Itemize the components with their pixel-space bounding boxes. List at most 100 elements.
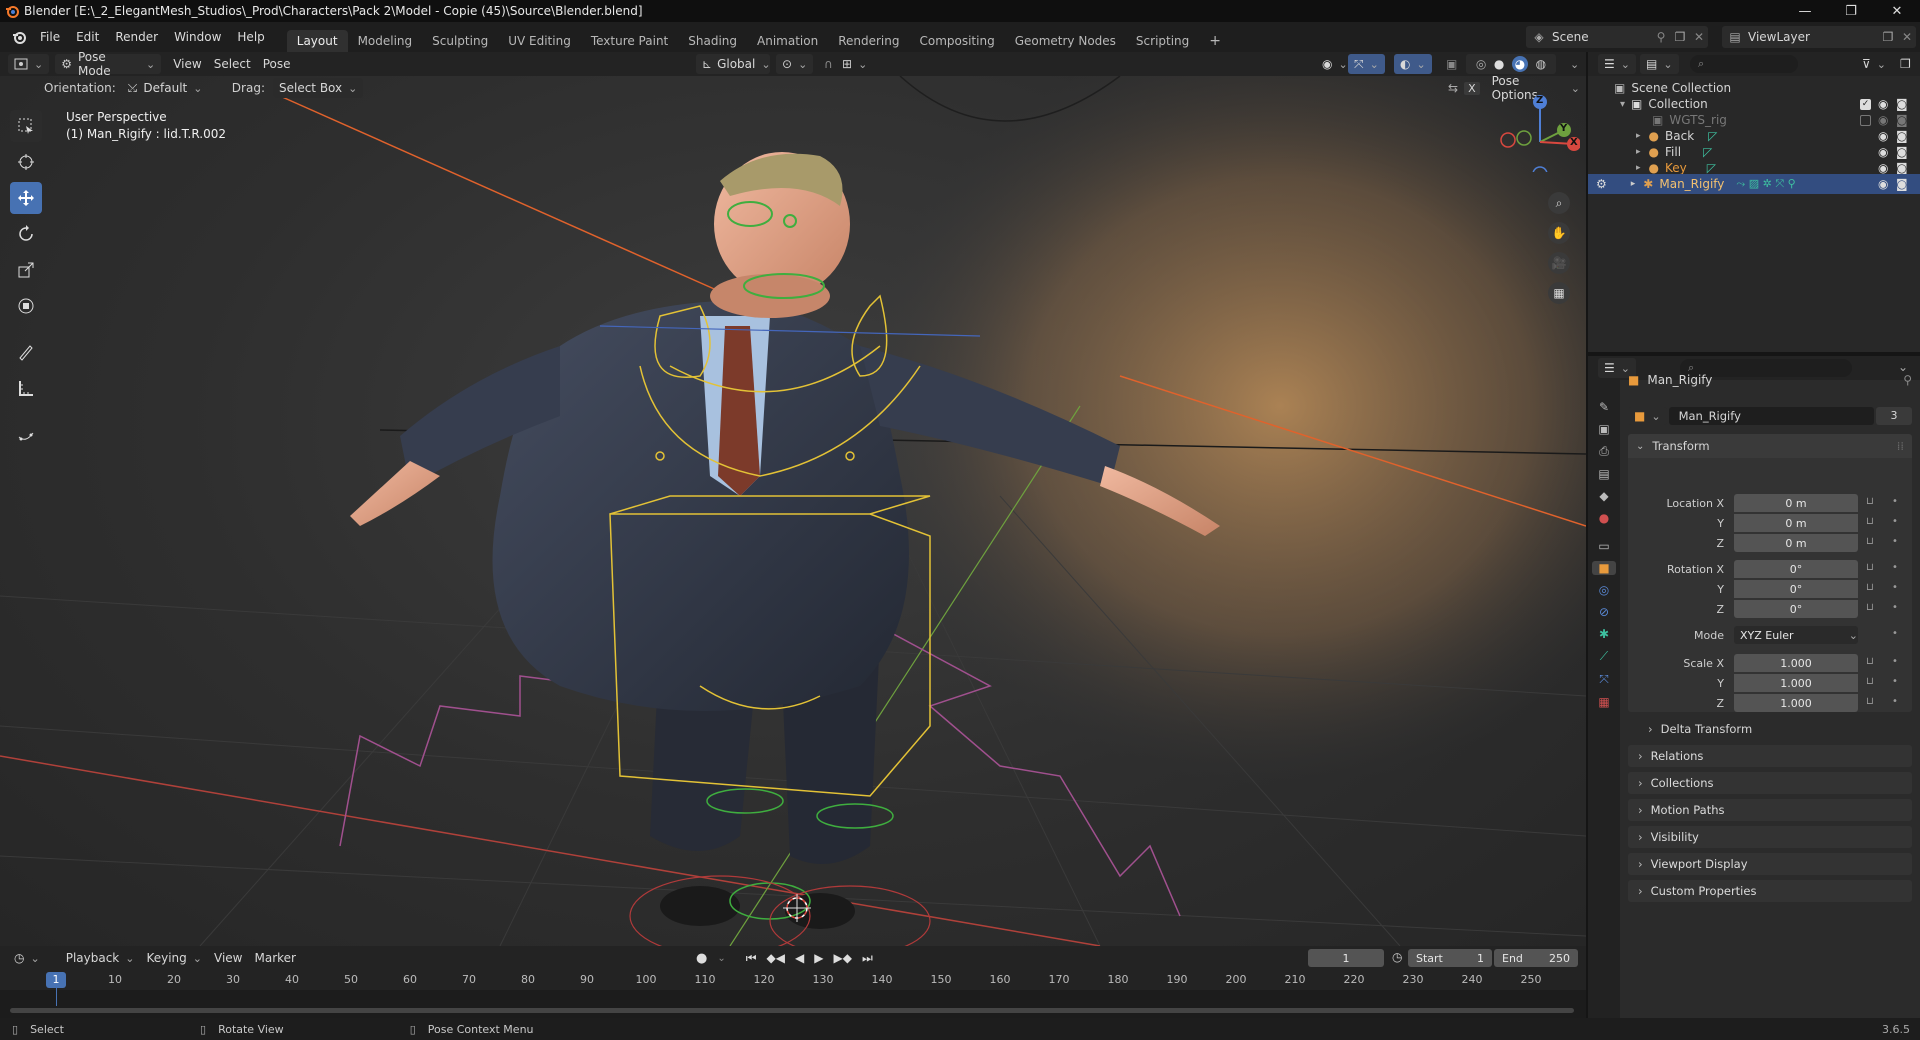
tab-modeling[interactable]: Modeling xyxy=(348,30,423,52)
mode-dropdown[interactable]: ⚙ Pose Mode xyxy=(55,50,162,78)
object-name-input[interactable]: Man_Rigify xyxy=(1668,407,1874,425)
keyframe-dot-icon[interactable]: • xyxy=(1892,582,1898,593)
render-camera-icon[interactable]: ◙ xyxy=(1896,161,1908,175)
annotate-tool[interactable] xyxy=(10,336,42,368)
minimize-button[interactable]: — xyxy=(1782,0,1828,22)
object-data-tab-icon[interactable]: ✱ xyxy=(1599,627,1609,641)
location-y-field[interactable]: 0 m xyxy=(1734,514,1858,532)
drag-dropdown[interactable]: Select Box xyxy=(272,78,364,98)
timeline-area[interactable]: 10 20 30 40 50 60 70 80 90 100 110 120 130 140 150 160 1… xyxy=(0,970,1586,1018)
exclude-checkbox[interactable] xyxy=(1860,114,1871,126)
wireframe-shading-icon[interactable]: ◎ xyxy=(1476,57,1486,71)
menu-timeline-view[interactable]: View xyxy=(208,948,248,968)
outliner-search-input[interactable]: ⌕ xyxy=(1690,55,1798,73)
filter-dropdown[interactable]: ⊽ xyxy=(1856,54,1892,74)
transform-panel-header[interactable]: ⌄ Transform ⁞⁞ xyxy=(1628,434,1912,458)
menu-select[interactable]: Select xyxy=(208,54,257,74)
jump-keyframe-forward-icon[interactable]: ▶◆ xyxy=(833,951,851,965)
texture-tab-icon[interactable]: ▦ xyxy=(1598,695,1609,709)
timeline-editor-type[interactable]: ◷ xyxy=(8,948,46,968)
tab-animation[interactable]: Animation xyxy=(747,30,828,52)
tab-uv-editing[interactable]: UV Editing xyxy=(498,30,581,52)
visibility-eye-icon[interactable]: ◉ xyxy=(1878,113,1888,127)
object-name-field[interactable]: ■ Man_Rigify 3 xyxy=(1628,406,1912,426)
tab-texture-paint[interactable]: Texture Paint xyxy=(581,30,678,52)
mirror-icon[interactable]: ⇆ xyxy=(1448,81,1458,95)
physics-tab-icon[interactable]: ◎ xyxy=(1599,583,1609,597)
relax-pose-tool[interactable] xyxy=(10,418,42,450)
object-tab-icon[interactable]: ■ xyxy=(1592,561,1616,575)
outliner-row-man-rigify[interactable]: ⚙ ▸ ✱ Man_Rigify ⤳ ▨ ✲ ⤧ ⚲ ◉ ◙ xyxy=(1588,174,1920,194)
select-box-tool[interactable] xyxy=(10,110,42,142)
new-viewlayer-icon[interactable]: ❐ xyxy=(1878,30,1898,44)
pose-mode-row-icon[interactable]: ⚙ xyxy=(1596,177,1607,191)
drag-handle-icon[interactable]: ⁞⁞ xyxy=(1897,439,1904,453)
object-browse-button[interactable]: ■ xyxy=(1628,407,1667,425)
outliner-editor-type[interactable]: ☰ xyxy=(1598,54,1636,74)
lock-icon[interactable]: ⊔ xyxy=(1866,602,1874,613)
menu-view[interactable]: View xyxy=(167,54,207,74)
keyframe-dot-icon[interactable]: • xyxy=(1892,676,1898,687)
visibility-eye-icon[interactable]: ◉ xyxy=(1878,145,1888,159)
view-layer-tab-icon[interactable]: ▤ xyxy=(1598,467,1609,481)
rotate-tool[interactable] xyxy=(10,218,42,250)
constraints-tab-icon[interactable]: ⊘ xyxy=(1599,605,1609,619)
cursor-tool[interactable] xyxy=(10,146,42,178)
visibility-panel[interactable]: › Visibility xyxy=(1628,826,1912,848)
x-mirror-toggle[interactable]: X xyxy=(1464,81,1480,95)
tool-tab-icon[interactable]: ✎ xyxy=(1599,400,1609,414)
delete-viewlayer-icon[interactable]: ✕ xyxy=(1898,30,1916,44)
keyframe-dot-icon[interactable]: • xyxy=(1892,628,1898,639)
render-camera-icon[interactable]: ◙ xyxy=(1896,129,1908,143)
output-tab-icon[interactable]: ⎙ xyxy=(1599,444,1609,459)
location-x-field[interactable]: 0 m xyxy=(1734,494,1858,512)
keyframe-dot-icon[interactable]: • xyxy=(1892,656,1898,667)
pan-view-button[interactable]: ✋ xyxy=(1548,222,1570,244)
lock-icon[interactable]: ⊔ xyxy=(1866,496,1874,507)
scale-y-field[interactable]: 1.000 xyxy=(1734,674,1858,692)
jump-end-icon[interactable]: ⏭ xyxy=(862,951,873,966)
lock-icon[interactable]: ⊔ xyxy=(1866,676,1874,687)
render-camera-icon[interactable]: ◙ xyxy=(1896,177,1908,191)
play-reverse-icon[interactable]: ◀ xyxy=(795,951,804,965)
collapse-chevron-icon[interactable]: ▾ xyxy=(1620,99,1625,110)
rotation-y-field[interactable]: 0° xyxy=(1734,580,1858,598)
ortho-toggle-button[interactable]: ▦ xyxy=(1548,282,1570,304)
camera-view-button[interactable]: 🎥 xyxy=(1548,252,1570,274)
keyframe-dot-icon[interactable]: • xyxy=(1892,536,1898,547)
menu-pose[interactable]: Pose xyxy=(257,54,297,74)
visibility-eye-icon[interactable]: ◉ xyxy=(1878,129,1888,143)
menu-help[interactable]: Help xyxy=(229,22,272,52)
scale-x-field[interactable]: 1.000 xyxy=(1734,654,1858,672)
data-users-count[interactable]: 3 xyxy=(1876,407,1912,425)
visibility-eye-icon[interactable]: ◉ xyxy=(1878,161,1888,175)
tab-compositing[interactable]: Compositing xyxy=(909,30,1004,52)
3d-viewport[interactable]: User Perspective (1) Man_Rigify : lid.T.… xyxy=(0,76,1586,946)
close-window-button[interactable]: ✕ xyxy=(1874,0,1920,22)
pin-icon[interactable]: ⚲ xyxy=(1652,30,1670,44)
tab-shading[interactable]: Shading xyxy=(678,30,747,52)
bone-tab-icon[interactable]: ⟋ xyxy=(1600,649,1608,664)
delta-transform-subpanel[interactable]: › Delta Transform xyxy=(1640,718,1908,740)
add-workspace-button[interactable]: + xyxy=(1199,30,1231,52)
transform-tool[interactable] xyxy=(10,290,42,322)
material-shading-icon[interactable]: ◕ xyxy=(1512,56,1529,72)
display-mode-dropdown[interactable]: ▤ xyxy=(1639,54,1679,74)
lock-icon[interactable]: ⊔ xyxy=(1866,536,1874,547)
menu-keying[interactable]: Keying xyxy=(140,948,208,968)
menu-edit[interactable]: Edit xyxy=(68,22,107,52)
viewlayer-selector[interactable]: ▤ ViewLayer ❐ ✕ xyxy=(1722,26,1916,48)
location-z-field[interactable]: 0 m xyxy=(1734,534,1858,552)
tab-sculpting[interactable]: Sculpting xyxy=(422,30,498,52)
rendered-shading-icon[interactable]: ◍ xyxy=(1536,57,1546,71)
playhead[interactable]: 1 xyxy=(46,972,66,988)
scale-tool[interactable] xyxy=(10,254,42,286)
gizmo-toggle[interactable]: ⤧ xyxy=(1348,54,1385,74)
rotation-z-field[interactable]: 0° xyxy=(1734,600,1858,618)
keyframe-dot-icon[interactable]: • xyxy=(1892,516,1898,527)
render-tab-icon[interactable]: ▣ xyxy=(1598,422,1609,436)
relations-panel[interactable]: › Relations xyxy=(1628,745,1912,767)
xray-toggle[interactable]: ▣ xyxy=(1440,54,1463,74)
tab-geometry-nodes[interactable]: Geometry Nodes xyxy=(1005,30,1126,52)
move-tool[interactable] xyxy=(10,182,42,214)
